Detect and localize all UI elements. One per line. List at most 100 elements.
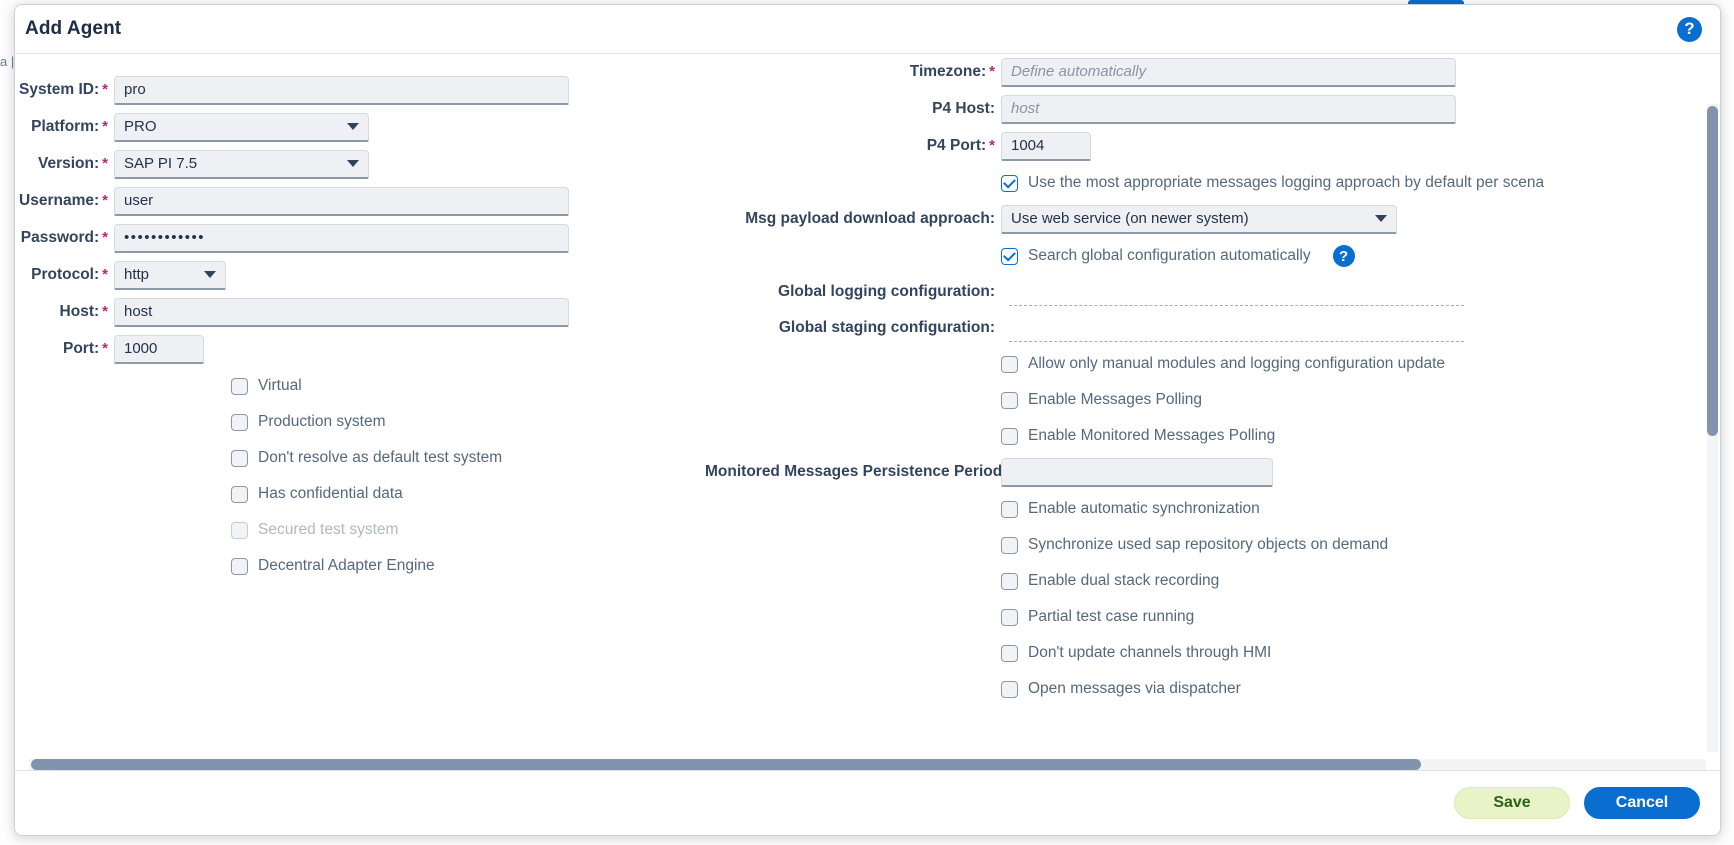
label-system-id: System ID: * — [19, 81, 108, 98]
label-timezone: Timezone: * — [909, 63, 995, 80]
label-username: Username: * — [19, 192, 108, 209]
p4-host-input[interactable]: host — [1001, 94, 1456, 124]
search-global-label: Search global configuration automaticall… — [1028, 247, 1311, 264]
production-system-checkbox[interactable] — [231, 413, 248, 431]
version-select-value: SAP PI 7.5 — [124, 155, 198, 172]
checkbox-row-enable-messages-polling: Enable Messages Polling — [705, 382, 1685, 418]
search-global-help-circle-icon[interactable]: ? — [1332, 245, 1355, 267]
checkbox-row-has-confidential-data: Has confidential data — [15, 476, 705, 512]
search-global-checkbox[interactable] — [1001, 247, 1018, 265]
global-staging-row: Global staging configuration: — [705, 310, 1685, 346]
left-column: System ID: * pro Platform: * PRO Version: *… — [15, 54, 705, 744]
synchronize-sap-repository-label: Synchronize used sap repository objects … — [1028, 536, 1389, 553]
protocol-select[interactable]: http — [114, 260, 226, 290]
enable-dual-stack-recording-checkbox[interactable] — [1001, 572, 1018, 590]
background-content-sliver: a | y e r ) e — [0, 54, 14, 69]
production-system-label: Production system — [258, 413, 386, 430]
chevron-down-icon — [347, 123, 359, 130]
cancel-button[interactable]: Cancel — [1584, 787, 1700, 819]
dont-resolve-default-test-system-checkbox[interactable] — [231, 449, 248, 467]
label-host: Host: * — [59, 303, 108, 320]
dont-update-channels-hmi-checkbox[interactable] — [1001, 644, 1018, 662]
checkbox-row-open-messages-via-dispatcher: Open messages via dispatcher — [705, 671, 1685, 707]
label-p4-host: P4 Host: — [932, 100, 995, 117]
field-row-platform: Platform: * PRO — [15, 109, 705, 145]
vertical-scrollbar-thumb[interactable] — [1707, 106, 1718, 436]
version-select[interactable]: SAP PI 7.5 — [114, 149, 369, 179]
virtual-label: Virtual — [258, 377, 302, 394]
host-input[interactable]: host — [114, 297, 569, 327]
chevron-down-icon — [347, 160, 359, 167]
has-confidential-data-label: Has confidential data — [258, 485, 403, 502]
decentral-adapter-engine-label: Decentral Adapter Engine — [258, 557, 435, 574]
enable-monitored-messages-polling-label: Enable Monitored Messages Polling — [1028, 427, 1276, 444]
required-marker: * — [102, 340, 108, 357]
horizontal-scrollbar-thumb[interactable] — [31, 759, 1421, 770]
logging-default-checkbox[interactable] — [1001, 174, 1018, 192]
label-global-staging: Global staging configuration: — [778, 319, 995, 336]
protocol-select-value: http — [124, 266, 150, 283]
secured-test-system-label: Secured test system — [258, 521, 399, 538]
label-p4-port: P4 Port: * — [926, 137, 995, 154]
label-persistence-period: Monitored Messages Persistence Period: — [705, 463, 1008, 480]
field-row-p4-host: P4 Host: host — [705, 91, 1685, 127]
open-messages-via-dispatcher-checkbox[interactable] — [1001, 680, 1018, 698]
decentral-adapter-engine-checkbox[interactable] — [231, 557, 248, 575]
timezone-input[interactable]: Define automatically — [1001, 57, 1456, 87]
field-row-host: Host: * host — [15, 294, 705, 330]
label-port: Port: * — [62, 340, 108, 357]
logging-default-label: Use the most appropriate messages loggin… — [1028, 174, 1545, 191]
checkbox-row-secured-test-system: Secured test system — [15, 512, 705, 548]
checkbox-row-enable-dual-stack-recording: Enable dual stack recording — [705, 563, 1685, 599]
dont-update-channels-hmi-label: Don't update channels through HMI — [1028, 644, 1272, 661]
field-row-port: Port: * 1000 — [15, 331, 705, 367]
platform-select[interactable]: PRO — [114, 112, 369, 142]
dialog-title: Add Agent — [25, 18, 122, 39]
p4-port-input[interactable]: 1004 — [1001, 131, 1091, 161]
save-button[interactable]: Save — [1454, 787, 1570, 819]
form-columns: System ID: * pro Platform: * PRO Version: *… — [15, 54, 1685, 744]
enable-automatic-synchronization-checkbox[interactable] — [1001, 500, 1018, 518]
global-logging-separator — [1009, 305, 1464, 306]
field-row-persistence-period: Monitored Messages Persistence Period: — [705, 454, 1685, 490]
field-row-system-id: System ID: * pro — [15, 72, 705, 108]
has-confidential-data-checkbox[interactable] — [231, 485, 248, 503]
username-input[interactable]: user — [114, 186, 569, 216]
required-marker: * — [102, 155, 108, 172]
platform-select-value: PRO — [124, 118, 157, 135]
password-input[interactable]: •••••••••••• — [114, 223, 569, 253]
required-marker: * — [102, 81, 108, 98]
port-input[interactable]: 1000 — [114, 334, 204, 364]
right-column: Timezone: * Define automatically P4 Host:… — [705, 54, 1685, 744]
msg-payload-select[interactable]: Use web service (on newer system) — [1001, 204, 1397, 234]
enable-messages-polling-label: Enable Messages Polling — [1028, 391, 1203, 408]
enable-messages-polling-checkbox[interactable] — [1001, 391, 1018, 409]
enable-monitored-messages-polling-checkbox[interactable] — [1001, 427, 1018, 445]
checkbox-row-enable-automatic-synchronization: Enable automatic synchronization — [705, 491, 1685, 527]
synchronize-sap-repository-checkbox[interactable] — [1001, 536, 1018, 554]
checkbox-row-virtual: Virtual — [15, 368, 705, 404]
partial-test-case-running-checkbox[interactable] — [1001, 608, 1018, 626]
required-marker: * — [989, 137, 995, 154]
checkbox-row-partial-test-case-running: Partial test case running — [705, 599, 1685, 635]
label-global-logging: Global logging configuration: — [778, 283, 995, 300]
checkbox-row-allow-manual-modules: Allow only manual modules and logging co… — [705, 346, 1685, 382]
allow-manual-modules-label: Allow only manual modules and logging co… — [1028, 355, 1446, 372]
msg-payload-select-value: Use web service (on newer system) — [1011, 210, 1249, 227]
dialog-body: System ID: * pro Platform: * PRO Version: *… — [15, 54, 1720, 770]
checkbox-row-synchronize-sap-repository: Synchronize used sap repository objects … — [705, 527, 1685, 563]
field-row-p4-port: P4 Port: * 1004 — [705, 128, 1685, 164]
help-circle-icon[interactable]: ? — [1677, 16, 1702, 42]
checkbox-row-decentral-adapter-engine: Decentral Adapter Engine — [15, 548, 705, 584]
virtual-checkbox[interactable] — [231, 377, 248, 395]
allow-manual-modules-checkbox[interactable] — [1001, 355, 1018, 373]
checkbox-row-dont-resolve-default-test-system: Don't resolve as default test system — [15, 440, 705, 476]
system-id-input[interactable]: pro — [114, 75, 569, 105]
enable-automatic-synchronization-label: Enable automatic synchronization — [1028, 500, 1260, 517]
field-row-timezone: Timezone: * Define automatically — [705, 54, 1685, 90]
required-marker: * — [102, 118, 108, 135]
persistence-period-input[interactable] — [1001, 457, 1273, 487]
field-row-protocol: Protocol: * http — [15, 257, 705, 293]
chevron-down-icon — [204, 271, 216, 278]
required-marker: * — [989, 63, 995, 80]
